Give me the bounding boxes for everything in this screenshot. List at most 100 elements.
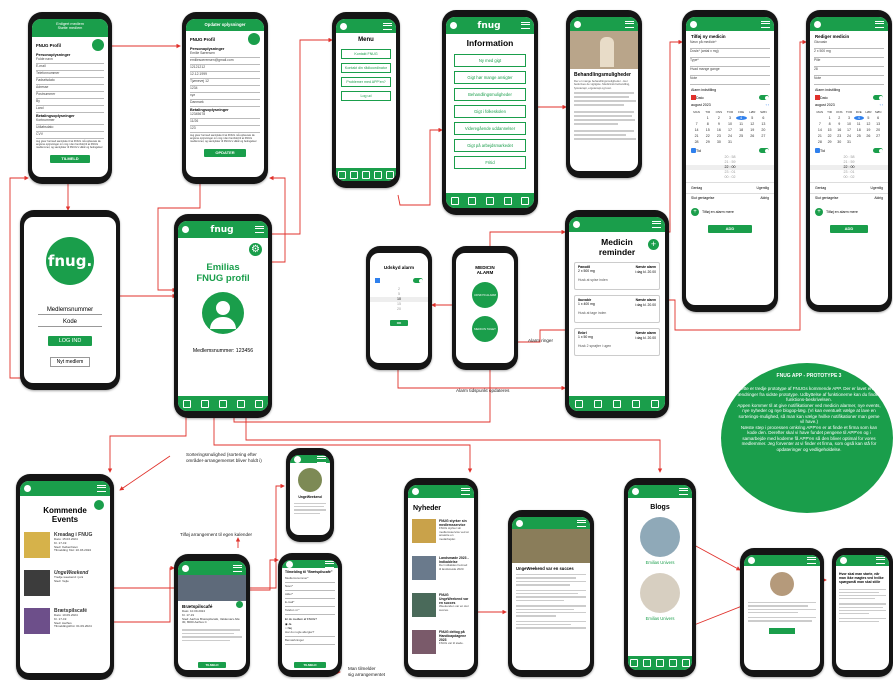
menu-icon[interactable] [761,20,770,28]
calendar-day[interactable]: 26 [864,134,874,138]
calendar-day[interactable]: 8 [825,122,835,126]
value-email[interactable]: emiliesoerensen@gmail.com [190,58,260,65]
calendar-day[interactable]: 28 [691,140,702,144]
calendar-day[interactable]: 14 [815,128,825,132]
field-count[interactable]: Hvad mange gange [690,67,770,76]
calendar-day[interactable]: 9 [713,122,724,126]
calendar-day[interactable]: 20 [758,128,769,132]
calendar-day[interactable]: 17 [844,128,854,132]
value-birth[interactable]: 12.12.1999 [190,72,260,79]
calendar-day[interactable]: 30 [834,140,844,144]
calendar-day[interactable]: 11 [736,122,747,126]
field-note[interactable]: Note [814,76,884,85]
calendar-day[interactable]: 27 [873,134,883,138]
tag-icon[interactable] [668,659,677,667]
user-icon[interactable] [294,455,301,463]
tilmeld-tab-support[interactable]: Støtte medlem [32,26,108,30]
calendar-day[interactable]: 31 [844,140,854,144]
menu-icon[interactable] [876,557,885,564]
calendar-day[interactable]: 25 [854,134,864,138]
calendar-add-icon[interactable] [236,601,243,608]
news-item[interactable]: FNUG UngeWeekend var en succes Weekenden … [408,590,474,627]
tilmeld-tab-full[interactable]: Erdigert medlem [32,19,108,26]
field-dose[interactable]: Dosis* (antal x mg) [690,49,770,58]
info-item-school[interactable]: Gigt i folkeskolen [454,105,526,118]
user-icon[interactable] [340,22,347,30]
consent-text[interactable]: Jeg giver hermed samtykke til at FNUG må… [32,139,108,154]
user-icon[interactable] [573,221,580,228]
menu-icon[interactable] [325,560,334,568]
calendar-icon[interactable] [338,170,346,179]
field-card[interactable]: Kortnummer [36,118,104,125]
blogger-name[interactable]: Emilias Univers [628,560,692,565]
snooze-button[interactable]: UDSKYD ALARM [472,281,498,308]
calendar-icon[interactable] [630,659,639,667]
profile-avatar-icon[interactable] [202,292,244,334]
user-icon[interactable] [182,564,189,572]
news-item[interactable]: Landsmøde 2023 - Indkaldelse Der indkalde… [408,553,474,590]
filter-icon[interactable] [94,500,104,510]
user-icon[interactable] [24,485,31,492]
calendar-grid[interactable]: MAN TIR ONS TOR FRE LØR SØN 1 2 3 4 5 6 7 8 9 10 11 12 13 14… [691,110,769,144]
calendar-day[interactable]: 31 [724,140,735,144]
calendar-day[interactable]: 13 [758,122,769,126]
event-item[interactable]: Kreadag i FNUG Dato: 15.03.2024 Kl. 17-19 S… [20,528,110,566]
form-email-field[interactable]: E-mail* [285,600,335,607]
time-picker[interactable]: 20 : 58 21 : 59 22 : 00 23 : 01 00 : 02 [686,155,774,180]
user-icon[interactable] [182,226,189,233]
time-toggle[interactable] [759,148,769,153]
medicine-card[interactable]: Ibuvabir 1 x 400 mg Husk at tage inden Næst… [574,295,660,323]
calendar-day[interactable] [815,116,825,120]
menu-icon[interactable] [233,564,242,572]
calendar-day[interactable]: 14 [691,128,702,132]
user-icon[interactable] [690,20,697,28]
calendar-day[interactable]: 18 [736,128,747,132]
calendar-day[interactable]: 12 [864,122,874,126]
field-medicine-name[interactable]: Gluvasin [814,40,884,49]
calendar-day[interactable]: 1 [825,116,835,120]
form-phone-field[interactable]: Telefon nr.* [285,608,335,615]
book-icon[interactable] [593,399,602,408]
snooze-picker[interactable]: 2 5 10 15 20 [370,287,428,312]
menu-item-contact[interactable]: Kontakt FNUG [341,49,391,59]
calendar-day[interactable]: 29 [702,140,713,144]
field-phone[interactable]: Telefonnummer [36,71,104,78]
user-icon[interactable] [840,557,847,564]
calendar-day[interactable]: 5 [747,116,758,120]
tag-icon[interactable] [374,170,382,179]
form-name-field[interactable]: Navn* [285,584,335,591]
blogger-photo[interactable] [640,517,680,557]
calendar-day[interactable]: 29 [825,140,835,144]
calendar-grid[interactable]: MAN TIR ONS TOR FRE LØR SØN 1 2 3 4 5 6 7 8 9 10 11 12 13 14… [815,110,883,144]
value-city[interactable]: xyz [190,93,260,100]
info-item-leisure[interactable]: Fritid [454,156,526,169]
calendar-icon[interactable] [450,196,459,205]
calendar-day[interactable]: 26 [747,134,758,138]
calendar-day[interactable]: 4 [735,116,747,120]
calendar-day[interactable]: 11 [854,122,864,126]
user-icon[interactable] [574,20,581,28]
code-field[interactable]: Kode [38,319,102,327]
calendar-day[interactable]: 6 [758,116,769,120]
calendar-day[interactable]: 7 [815,122,825,126]
calendar-day[interactable]: 16 [834,128,844,132]
calendar-day[interactable]: 4 [853,116,864,120]
menu-item-coordinator[interactable]: Kontakt din rådkoordinator [341,63,391,73]
info-item-new[interactable]: Ny med gigt [454,54,526,67]
calendar-day[interactable]: 27 [758,134,769,138]
book-icon[interactable] [201,399,209,408]
add-alarm-icon[interactable]: + [815,208,823,216]
add-alarm-label[interactable]: Tilføj en alarm mere [702,210,734,214]
calendar-day[interactable]: 10 [844,122,854,126]
calendar-day[interactable]: 6 [873,116,883,120]
user-icon[interactable] [412,488,419,495]
value-zip[interactable]: 1234 [190,86,260,93]
field-type[interactable]: Pille [814,58,884,67]
menu-icon[interactable] [383,22,392,30]
date-toggle[interactable] [873,95,883,100]
save-medicine-button[interactable]: ADD [830,225,868,233]
info-icon[interactable] [521,196,530,205]
value-cvv[interactable]: 123 [190,126,260,133]
time-toggle[interactable] [873,148,883,153]
field-count[interactable]: 28 [814,67,884,76]
